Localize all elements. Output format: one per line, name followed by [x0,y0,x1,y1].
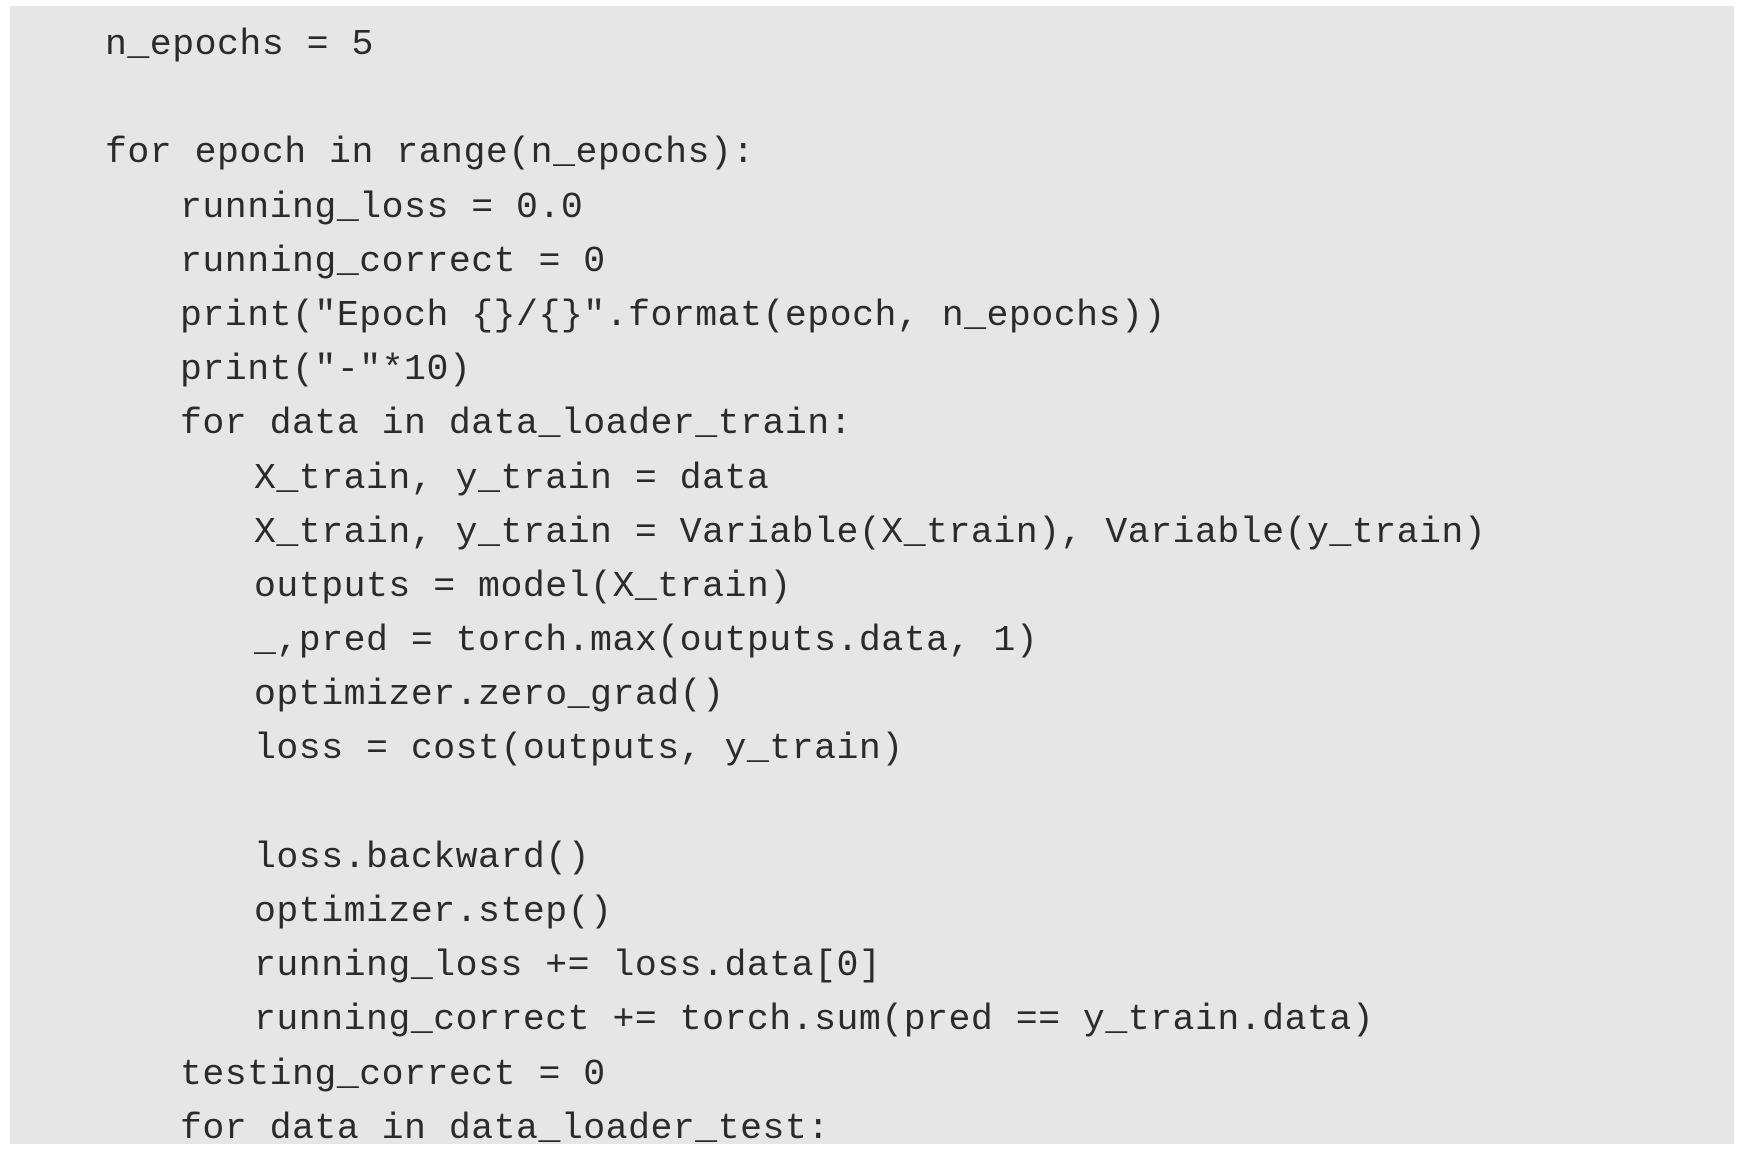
code-line: for epoch in range(n_epochs): [105,132,755,174]
code-line: loss = cost(outputs, y_train) [254,728,904,770]
code-line: running_correct += torch.sum(pred == y_t… [254,999,1375,1041]
code-line: X_train, y_train = data [254,457,770,499]
code-line: optimizer.zero_grad() [254,674,725,716]
code-line: running_loss += loss.data[0] [254,945,882,987]
code-line: n_epochs = 5 [105,24,374,65]
code-line: _,pred = torch.max(outputs.data, 1) [254,620,1039,662]
code-line: outputs = model(X_train) [254,565,792,607]
code-line: print("Epoch {}/{}".format(epoch, n_epoc… [180,294,1166,336]
code-line: testing_correct = 0 [180,1053,606,1095]
code-block: n_epochs = 5 for epoch in range(n_epochs)… [10,6,1734,1144]
code-line: running_correct = 0 [180,240,606,282]
code-line: X_train, y_train = Variable(X_train), Va… [254,511,1487,553]
code-line: optimizer.step() [254,891,613,932]
code-line: for data in data_loader_train: [180,403,853,445]
code-line: running_loss = 0.0 [180,186,584,228]
code-line: print("-"*10) [180,349,472,391]
code-line: loss.backward() [254,836,591,878]
code-line: for data in data_loader_test: [180,1107,830,1144]
code-lines: n_epochs = 5 for epoch in range(n_epochs)… [10,18,1486,1144]
